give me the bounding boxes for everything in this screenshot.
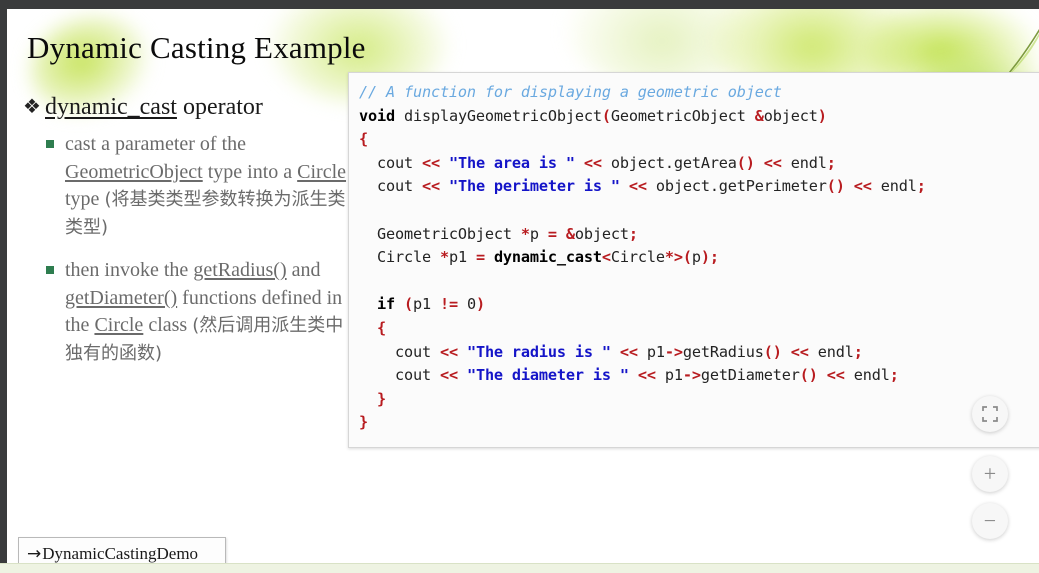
demo-link-button[interactable]: →DynamicCastingDemo: [18, 537, 226, 564]
code-snippet-panel: // A function for displaying a geometric…: [348, 72, 1039, 448]
code-line: }: [359, 413, 368, 432]
bullet-level1-rest: operator: [176, 94, 263, 120]
code-line: {: [377, 318, 386, 337]
fullscreen-icon[interactable]: [972, 396, 1008, 432]
window-bottom-border: [0, 563, 1039, 573]
slide-canvas: Dynamic Casting Example ❖ dynamic_cast o…: [7, 9, 1039, 564]
code-line: cout << "The radius is " << p1->getRadiu…: [359, 342, 863, 361]
code-line: Circle *p1 = dynamic_cast<Circle*>(p);: [359, 248, 719, 267]
bullet-level1: ❖ dynamic_cast operator: [21, 91, 357, 123]
code-line: {: [359, 130, 368, 149]
code-line: }: [377, 389, 386, 408]
bullet-level2-list: cast a parameter of the GeometricObject …: [21, 131, 357, 367]
diamond-bullet-icon: ❖: [23, 96, 41, 118]
window-left-border: [0, 9, 7, 564]
code-line: cout << "The area is " << object.getArea…: [359, 153, 836, 172]
demo-link-label: DynamicCastingDemo: [42, 544, 199, 563]
fullscreen-glyph-icon: [982, 406, 998, 422]
slide-title: Dynamic Casting Example: [27, 30, 366, 65]
zoom-in-button[interactable]: +: [972, 456, 1008, 492]
square-bullet-icon: [46, 140, 54, 148]
slide-viewport: Dynamic Casting Example ❖ dynamic_cast o…: [0, 0, 1039, 573]
arrow-right-icon: →: [27, 544, 42, 564]
window-top-border: [0, 0, 1039, 9]
minus-icon: −: [983, 508, 997, 533]
code-line: cout << "The perimeter is " << object.ge…: [359, 177, 926, 196]
bullet-level2-text: cast a parameter of the GeometricObject …: [65, 133, 347, 238]
code-line: void displayGeometricObject(GeometricObj…: [359, 106, 827, 125]
bullet-level1-underlined: dynamic_cast: [45, 94, 177, 120]
code-line: cout << "The diameter is " << p1->getDia…: [359, 366, 899, 385]
code-line: // A function for displaying a geometric…: [359, 83, 782, 101]
bullet-level2-item-2: then invoke the getRadius() and getDiame…: [46, 257, 357, 367]
code-line: if (p1 != 0): [377, 295, 485, 314]
bullet-level2-text: then invoke the getRadius() and getDiame…: [65, 259, 344, 364]
bullet-list: ❖ dynamic_cast operator cast a parameter…: [21, 91, 357, 383]
square-bullet-icon: [46, 266, 54, 274]
code-line: GeometricObject *p = &object;: [359, 224, 638, 243]
plus-icon: +: [983, 461, 997, 486]
code-block: // A function for displaying a geometric…: [349, 73, 926, 435]
zoom-out-button[interactable]: −: [972, 503, 1008, 539]
bullet-level2-item-1: cast a parameter of the GeometricObject …: [46, 131, 357, 241]
